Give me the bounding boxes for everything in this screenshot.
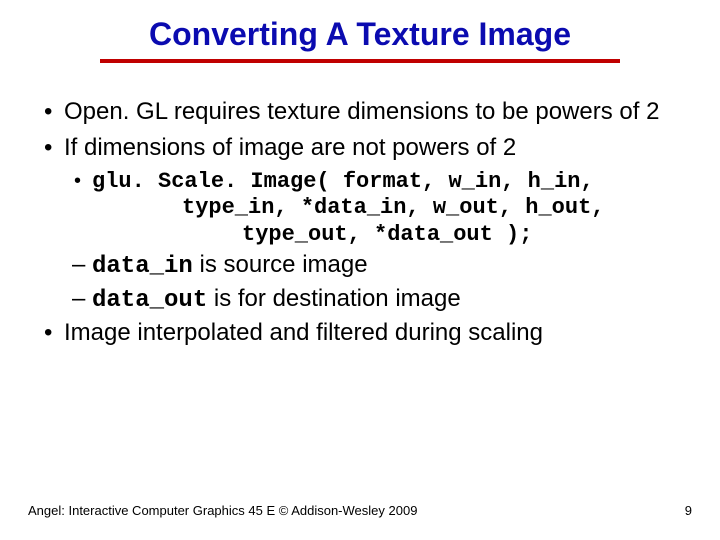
dash-2: data_out is for destination image [68, 284, 686, 316]
dash-2-text: is for destination image [207, 285, 460, 312]
slide-title: Converting A Texture Image [28, 16, 692, 53]
code-line-3: type_out, *data_out ); [92, 222, 686, 248]
code-line-1: glu. Scale. Image( format, w_in, h_in, [92, 169, 686, 195]
sub-list: glu. Scale. Image( format, w_in, h_in, t… [68, 169, 686, 316]
title-rule [100, 59, 620, 63]
code-block: glu. Scale. Image( format, w_in, h_in, t… [92, 169, 686, 248]
slide: Converting A Texture Image Open. GL requ… [0, 0, 720, 540]
bullet-2: If dimensions of image are not powers of… [34, 133, 686, 163]
footer-text: Angel: Interactive Computer Graphics 45 … [28, 503, 417, 518]
dash-1-text: is source image [193, 251, 368, 278]
dash-1: data_in is source image [68, 250, 686, 282]
dash-1-code: data_in [92, 253, 193, 280]
slide-content: Open. GL requires texture dimensions to … [28, 97, 692, 348]
bullet-3: Image interpolated and filtered during s… [34, 318, 686, 348]
sub-bullet-code: glu. Scale. Image( format, w_in, h_in, t… [68, 169, 686, 248]
dash-2-code: data_out [92, 287, 207, 314]
bullet-1: Open. GL requires texture dimensions to … [34, 97, 686, 127]
page-number: 9 [685, 503, 692, 518]
code-line-2: type_in, *data_in, w_out, h_out, [92, 195, 686, 221]
